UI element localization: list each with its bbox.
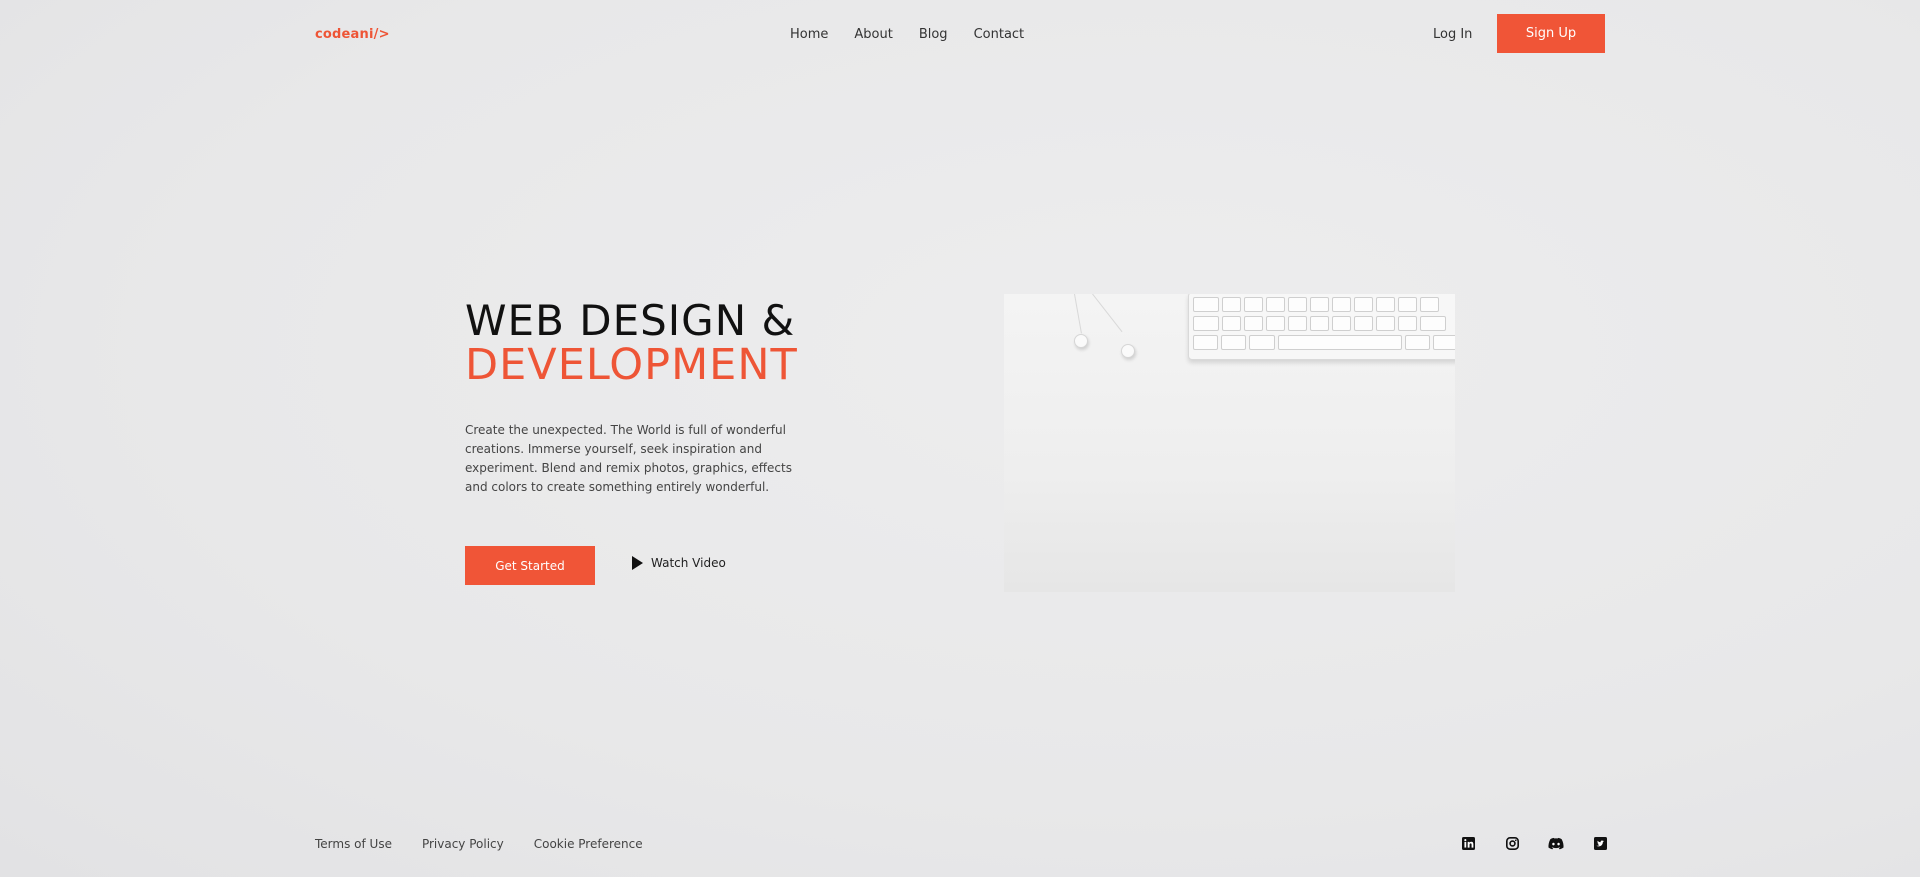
watch-video-button[interactable]: Watch Video — [632, 556, 726, 570]
hero-image — [1004, 294, 1455, 592]
nav-blog[interactable]: Blog — [919, 27, 948, 42]
linkedin-icon[interactable] — [1460, 835, 1476, 851]
get-started-button[interactable]: Get Started — [465, 546, 595, 585]
footer-links: Terms of Use Privacy Policy Cookie Prefe… — [315, 837, 643, 851]
hero-title: WEB DESIGN & DEVELOPMENT — [465, 298, 798, 388]
earphone-cable — [1074, 294, 1082, 334]
earbud — [1074, 334, 1088, 348]
privacy-link[interactable]: Privacy Policy — [422, 837, 504, 851]
terms-link[interactable]: Terms of Use — [315, 837, 392, 851]
cookie-link[interactable]: Cookie Preference — [534, 837, 643, 851]
play-icon — [632, 556, 643, 570]
earbud — [1121, 344, 1135, 358]
discord-icon[interactable] — [1548, 835, 1564, 851]
site-header: codeani/> Home About Blog Contact Log In… — [315, 14, 1605, 54]
nav-about[interactable]: About — [854, 27, 892, 42]
keyboard — [1188, 294, 1455, 360]
main-nav: Home About Blog Contact — [790, 27, 1024, 42]
instagram-icon[interactable] — [1504, 835, 1520, 851]
hero-title-line1: WEB DESIGN & — [465, 296, 796, 345]
nav-home[interactable]: Home — [790, 27, 828, 42]
logo[interactable]: codeani/> — [315, 27, 390, 42]
hero-description: Create the unexpected. The World is full… — [465, 423, 792, 494]
signup-button[interactable]: Sign Up — [1497, 14, 1605, 53]
login-link[interactable]: Log In — [1433, 27, 1472, 42]
social-icons — [1460, 835, 1608, 851]
watch-video-label: Watch Video — [651, 556, 726, 570]
hero-title-line2: DEVELOPMENT — [465, 340, 798, 390]
earphone-cable — [1092, 294, 1123, 333]
twitter-icon[interactable] — [1592, 835, 1608, 851]
nav-contact[interactable]: Contact — [974, 27, 1025, 42]
